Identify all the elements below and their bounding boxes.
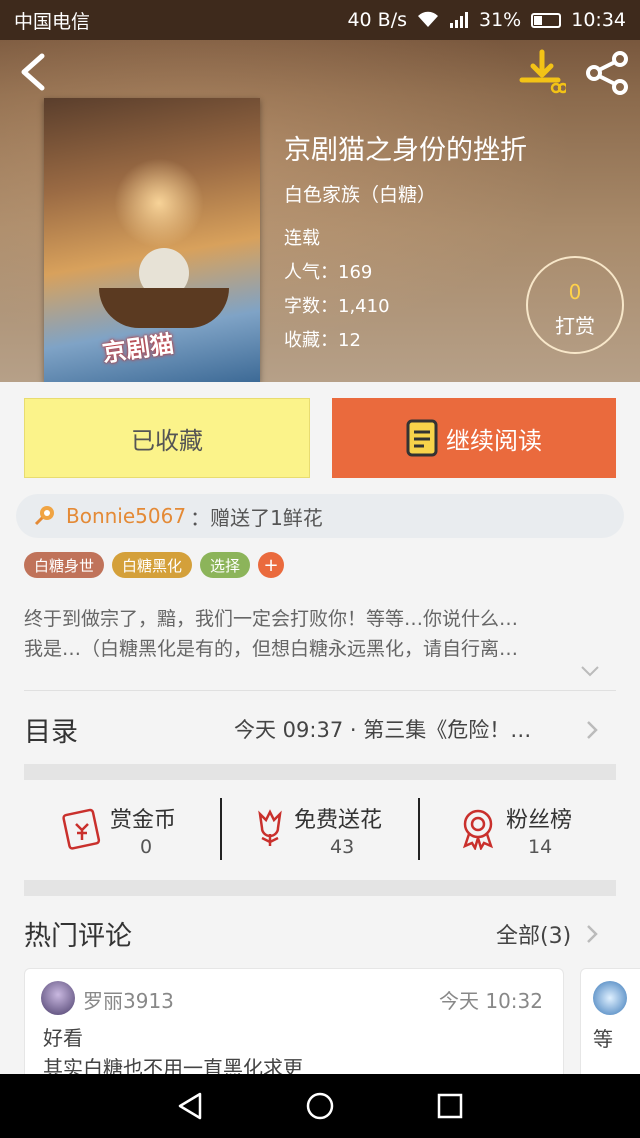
flower-icon xyxy=(258,809,282,846)
table-of-contents-row[interactable]: 目录 今天 09:37 · 第三集《危险！… xyxy=(0,696,640,764)
reward-label: 打赏 xyxy=(555,314,595,338)
stats-row: 赏金币 0 免费送花 43 粉丝榜 14 xyxy=(24,782,616,878)
fan-ranking-stat[interactable]: 粉丝榜 14 xyxy=(420,782,616,878)
book-popularity: 人气：169 xyxy=(284,262,373,283)
book-author[interactable]: 白色家族（白糖） xyxy=(284,180,436,207)
book-icon xyxy=(406,419,438,457)
flower-gift-icon xyxy=(34,506,54,526)
cover-logo: 京剧猫 xyxy=(100,329,176,368)
stat-value: 43 xyxy=(330,836,355,858)
tag-list: 白糖身世 白糖黑化 选择 + xyxy=(24,552,285,578)
signal-icon xyxy=(450,12,468,28)
synopsis[interactable]: 终于到做宗了，黯，我们一定会打败你！等等…你说什么… 我是…（白糖黑化是有的，但… xyxy=(24,604,616,664)
coin-reward-stat[interactable]: 赏金币 0 xyxy=(24,782,220,878)
network-speed: 40 B/s xyxy=(347,9,407,31)
gift-notice[interactable]: Bonnie5067 ：赠送了1鲜花 xyxy=(16,494,624,538)
stat-value: 0 xyxy=(140,836,153,858)
section-separator xyxy=(24,764,616,780)
comment-card[interactable]: 罗丽3913 今天 10:32 好看 其实白糖也不用一直黑化求更 xyxy=(24,968,564,1088)
back-nav-icon[interactable] xyxy=(174,1090,206,1122)
comment-line: 好看 xyxy=(43,1026,83,1050)
book-favorites: 收藏：12 xyxy=(284,330,361,351)
comment-body: 等 xyxy=(593,1027,613,1051)
gift-text: ：赠送了1鲜花 xyxy=(190,505,323,530)
share-icon[interactable] xyxy=(584,50,630,96)
all-comments-link[interactable]: 全部(3) xyxy=(496,918,571,950)
wifi-icon xyxy=(418,11,438,27)
battery-percent: 31% xyxy=(479,9,522,31)
synopsis-line: 我是…（白糖黑化是有的，但想白糖永远黑化，请自行离… xyxy=(24,638,519,660)
recent-apps-icon[interactable] xyxy=(434,1090,466,1122)
chevron-down-icon[interactable] xyxy=(580,664,600,678)
chevron-right-icon xyxy=(587,721,598,739)
book-title: 京剧猫之身份的挫折 xyxy=(284,135,527,166)
cover-art xyxy=(114,158,204,248)
coin-envelope-icon xyxy=(62,808,101,850)
stat-label: 免费送花 xyxy=(294,808,383,833)
comment-time: 今天 10:32 xyxy=(439,989,543,1013)
chevron-right-icon[interactable] xyxy=(586,924,598,944)
comment-user[interactable]: 罗丽3913 xyxy=(83,985,174,1014)
tag-item[interactable]: 选择 xyxy=(200,552,251,578)
battery-level xyxy=(534,15,543,25)
avatar[interactable] xyxy=(593,981,627,1015)
book-header: 中国电信 40 B/s 31% 10:34 京剧猫 京剧猫之身份的挫折 白色家族… xyxy=(0,0,640,382)
home-nav-icon[interactable] xyxy=(304,1090,336,1122)
stat-label: 粉丝榜 xyxy=(506,808,573,833)
top-bar xyxy=(0,40,640,104)
tag-item[interactable]: 白糖身世 xyxy=(24,552,105,578)
all-comments-label: 全部(3) xyxy=(496,924,572,949)
avatar[interactable] xyxy=(41,981,75,1015)
back-icon[interactable] xyxy=(14,50,54,94)
cover-art xyxy=(99,288,229,328)
stat-value: 14 xyxy=(528,836,553,858)
latest-chapter: 今天 09:37 · 第三集《危险！… xyxy=(234,718,532,742)
gift-user[interactable]: Bonnie5067 xyxy=(66,504,186,528)
medal-icon xyxy=(462,809,494,850)
battery-icon xyxy=(531,12,562,28)
stat-label: 赏金币 xyxy=(110,808,177,833)
navigation-bar xyxy=(0,1074,640,1138)
free-flower-stat[interactable]: 免费送花 43 xyxy=(222,782,418,878)
collected-button[interactable]: 已收藏 xyxy=(24,398,310,478)
carrier: 中国电信 xyxy=(14,10,91,33)
continue-reading-button[interactable]: 继续阅读 xyxy=(332,398,616,478)
collected-label: 已收藏 xyxy=(131,426,203,455)
reward-count: 0 xyxy=(568,280,582,304)
continue-reading-label: 继续阅读 xyxy=(446,426,542,455)
book-cover: 京剧猫 xyxy=(44,98,260,382)
add-tag-button[interactable]: + xyxy=(258,552,285,578)
toc-label: 目录 xyxy=(24,717,78,748)
divider xyxy=(24,690,616,691)
book-status: 连载 xyxy=(284,228,320,249)
synopsis-line: 终于到做宗了，黯，我们一定会打败你！等等…你说什么… xyxy=(24,608,519,630)
download-icon[interactable] xyxy=(518,48,566,96)
section-separator xyxy=(24,880,616,896)
clock: 10:34 xyxy=(571,9,626,31)
hot-comments-title: 热门评论 xyxy=(24,921,132,952)
comment-card[interactable]: 等 xyxy=(580,968,640,1088)
tag-item[interactable]: 白糖黑化 xyxy=(112,552,193,578)
reward-button[interactable]: 0 打赏 xyxy=(526,256,624,354)
book-word-count: 字数：1,410 xyxy=(284,296,390,317)
status-bar: 中国电信 40 B/s 31% 10:34 xyxy=(0,0,640,40)
status-indicators: 40 B/s 31% 10:34 xyxy=(347,9,626,31)
